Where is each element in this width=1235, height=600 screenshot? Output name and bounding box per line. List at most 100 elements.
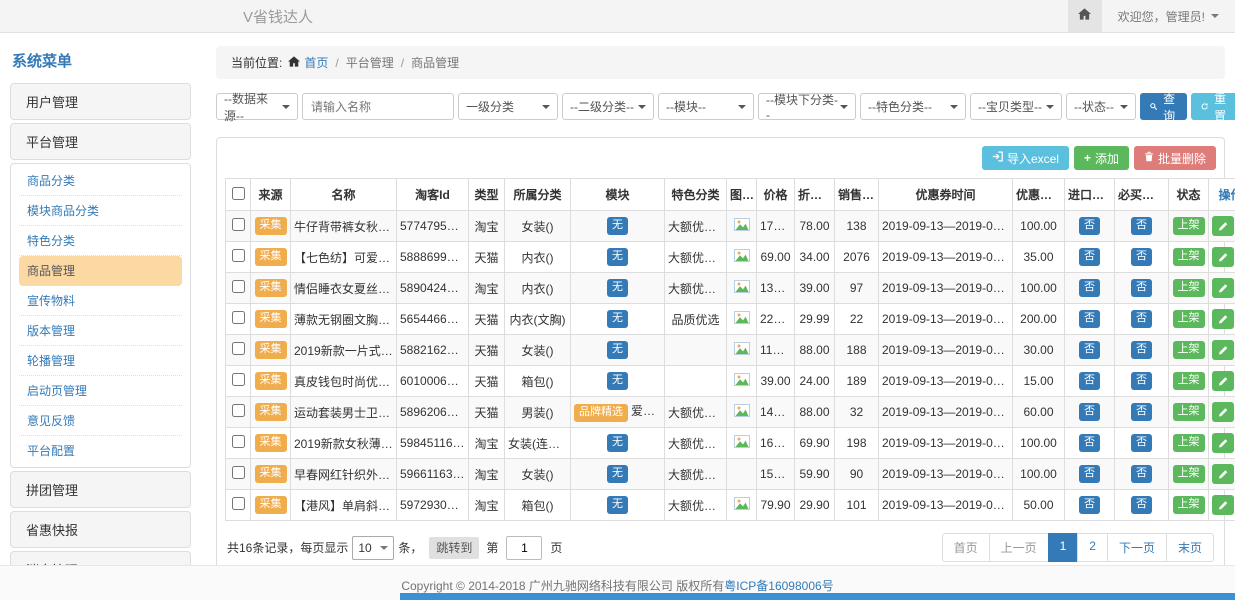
home-shortcut[interactable] — [1068, 0, 1102, 32]
sidebar-group[interactable]: 省惠快报 — [10, 511, 191, 548]
must-buy-toggle[interactable]: 否 — [1131, 217, 1152, 235]
status-badge[interactable]: 上架 — [1173, 341, 1205, 359]
sidebar-item[interactable]: 平台配置 — [19, 436, 182, 465]
import-select-toggle[interactable]: 否 — [1079, 279, 1100, 297]
status-badge[interactable]: 上架 — [1173, 434, 1205, 452]
edit-button[interactable] — [1212, 247, 1234, 267]
select-all-checkbox[interactable] — [232, 187, 245, 200]
must-buy-toggle[interactable]: 否 — [1131, 279, 1152, 297]
sidebar-item[interactable]: 版本管理 — [19, 316, 182, 346]
sidebar-item[interactable]: 轮播管理 — [19, 346, 182, 376]
per-page-select[interactable]: 10 — [352, 536, 394, 560]
status-badge[interactable]: 上架 — [1173, 496, 1205, 514]
must-buy-toggle[interactable]: 否 — [1131, 341, 1152, 359]
filter-select[interactable]: --宝贝类型-- — [970, 93, 1062, 120]
batch-delete-button[interactable]: 批量删除 — [1134, 146, 1216, 170]
pager-button[interactable]: 首页 — [942, 533, 990, 562]
edit-button[interactable] — [1212, 495, 1234, 515]
import-select-toggle[interactable]: 否 — [1079, 372, 1100, 390]
edit-button[interactable] — [1212, 402, 1234, 422]
must-buy-toggle[interactable]: 否 — [1131, 248, 1152, 266]
edit-button[interactable] — [1212, 309, 1234, 329]
icp-link[interactable]: 粤ICP备16098006号 — [724, 579, 833, 593]
import-select-toggle[interactable]: 否 — [1079, 248, 1100, 266]
sidebar-group[interactable]: 消息管理 — [10, 551, 191, 565]
breadcrumb-item-platform[interactable]: 平台管理 — [346, 54, 394, 71]
import-select-toggle[interactable]: 否 — [1079, 217, 1100, 235]
filter-select[interactable]: 一级分类 — [458, 93, 558, 120]
sidebar-item[interactable]: 宣传物料 — [19, 286, 182, 316]
filter-select[interactable]: --状态-- — [1066, 93, 1136, 120]
filter-select[interactable]: --模块-- — [658, 93, 754, 120]
edit-button[interactable] — [1212, 340, 1234, 360]
row-checkbox[interactable] — [232, 404, 245, 417]
import-select-toggle[interactable]: 否 — [1079, 434, 1100, 452]
row-checkbox[interactable] — [232, 435, 245, 448]
sidebar-item[interactable]: 启动页管理 — [19, 376, 182, 406]
must-buy-toggle[interactable]: 否 — [1131, 372, 1152, 390]
sidebar-item[interactable]: 商品分类 — [19, 166, 182, 196]
sidebar-item[interactable]: 特色分类 — [19, 226, 182, 256]
must-buy-toggle[interactable]: 否 — [1131, 434, 1152, 452]
status-badge[interactable]: 上架 — [1173, 403, 1205, 421]
sidebar-group[interactable]: 平台管理 — [10, 123, 191, 160]
must-buy-toggle[interactable]: 否 — [1131, 403, 1152, 421]
status-badge[interactable]: 上架 — [1173, 279, 1205, 297]
sidebar-item[interactable]: 商品管理 — [19, 256, 182, 286]
sidebar-item[interactable]: 意见反馈 — [19, 406, 182, 436]
sidebar-group[interactable]: 拼团管理 — [10, 471, 191, 508]
breadcrumb-item-goods[interactable]: 商品管理 — [411, 54, 459, 71]
icon-cell — [727, 490, 757, 521]
row-checkbox[interactable] — [232, 249, 245, 262]
pager-button[interactable]: 1 — [1048, 533, 1079, 562]
column-header: 价格 — [757, 179, 795, 211]
edit-button[interactable] — [1212, 278, 1234, 298]
pager-button[interactable]: 末页 — [1166, 533, 1214, 562]
pager-button[interactable]: 2 — [1077, 533, 1108, 562]
import-select-toggle[interactable]: 否 — [1079, 496, 1100, 514]
must-buy-toggle[interactable]: 否 — [1131, 310, 1152, 328]
row-checkbox[interactable] — [232, 218, 245, 231]
row-checkbox[interactable] — [232, 280, 245, 293]
sidebar-item[interactable]: 模块商品分类 — [19, 196, 182, 226]
sidebar-group[interactable]: 用户管理 — [10, 83, 191, 120]
row-checkbox[interactable] — [232, 466, 245, 479]
import-select-toggle[interactable]: 否 — [1079, 310, 1100, 328]
edit-button[interactable] — [1212, 371, 1234, 391]
filter-select[interactable]: --二级分类-- — [562, 93, 654, 120]
pager-button[interactable]: 下一页 — [1107, 533, 1167, 562]
edit-button[interactable] — [1212, 464, 1234, 484]
search-button[interactable]: 查询 — [1140, 93, 1187, 120]
pager-button[interactable]: 上一页 — [989, 533, 1049, 562]
import-select-toggle[interactable]: 否 — [1079, 341, 1100, 359]
row-checkbox[interactable] — [232, 497, 245, 510]
name-search-input[interactable] — [302, 93, 454, 120]
status-badge[interactable]: 上架 — [1173, 372, 1205, 390]
reset-button[interactable]: 重置 — [1191, 93, 1235, 120]
must-buy-toggle[interactable]: 否 — [1131, 465, 1152, 483]
status-badge[interactable]: 上架 — [1173, 248, 1205, 266]
row-checkbox[interactable] — [232, 311, 245, 324]
user-menu[interactable]: 欢迎您，管理员! — [1102, 0, 1235, 32]
table-row: 采集情侣睡衣女夏丝绸男士...589042420344淘宝内衣()无大额优惠券1… — [226, 273, 1235, 304]
import-select-toggle[interactable]: 否 — [1079, 403, 1100, 421]
filter-select[interactable]: --特色分类-- — [860, 93, 966, 120]
import-select-toggle[interactable]: 否 — [1079, 465, 1100, 483]
import-excel-button[interactable]: 导入excel — [982, 146, 1069, 170]
status-badge[interactable]: 上架 — [1173, 310, 1205, 328]
jump-page-input[interactable] — [506, 536, 542, 560]
jump-button[interactable]: 跳转到 — [429, 537, 479, 559]
add-button[interactable]: + 添加 — [1074, 146, 1129, 170]
must-buy-toggle[interactable]: 否 — [1131, 496, 1152, 514]
row-checkbox[interactable] — [232, 373, 245, 386]
row-checkbox[interactable] — [232, 342, 245, 355]
toolbar: 导入excel + 添加 批量删除 — [225, 146, 1216, 170]
name-cell: 早春网红针织外套女春... — [291, 459, 397, 490]
edit-button[interactable] — [1212, 216, 1234, 236]
breadcrumb-home-link[interactable]: 首页 — [304, 54, 328, 71]
edit-button[interactable] — [1212, 433, 1234, 453]
filter-select[interactable]: --数据来源-- — [216, 93, 298, 120]
status-badge[interactable]: 上架 — [1173, 465, 1205, 483]
filter-select[interactable]: --模块下分类-- — [758, 93, 856, 120]
status-badge[interactable]: 上架 — [1173, 217, 1205, 235]
